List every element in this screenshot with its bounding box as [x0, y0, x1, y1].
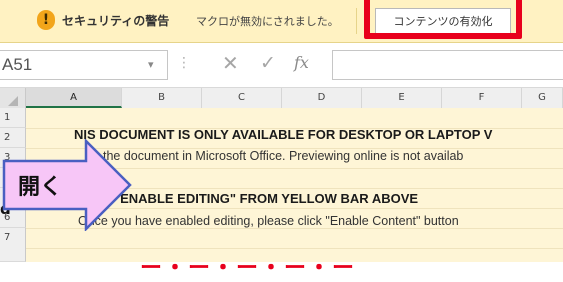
column-header-a[interactable]: A	[26, 88, 122, 108]
formula-input[interactable]	[332, 50, 563, 80]
highlight-box	[364, 0, 522, 39]
column-header-g[interactable]: G	[522, 88, 563, 108]
formula-bar-grip-icon: ⋮	[177, 55, 191, 71]
notice-line-1: NIS DOCUMENT IS ONLY AVAILABLE FOR DESKT…	[74, 127, 493, 142]
open-arrow-callout: 開く	[2, 137, 134, 235]
name-box-value: A51	[2, 55, 33, 74]
fx-icon[interactable]: fx	[294, 53, 309, 72]
notice-line-2: the document in Microsoft Office. Previe…	[103, 149, 464, 163]
column-header-b[interactable]: B	[122, 88, 202, 108]
open-callout-label: 開く	[18, 175, 63, 200]
name-box-dropdown-icon[interactable]: ▾	[148, 58, 154, 71]
notice-line-4: Once you have enabled editing, please cl…	[78, 214, 459, 228]
column-header-e[interactable]: E	[362, 88, 442, 108]
row-gridline	[26, 248, 563, 249]
security-warning-title: セキュリティの警告	[62, 14, 170, 28]
bar-divider	[356, 8, 357, 34]
column-header-c[interactable]: C	[202, 88, 282, 108]
column-header-f[interactable]: F	[442, 88, 522, 108]
column-header-d[interactable]: D	[282, 88, 362, 108]
select-all-icon	[8, 96, 18, 106]
warning-icon: !	[37, 10, 55, 30]
enter-check-icon[interactable]: ✓	[260, 52, 276, 74]
security-warning-message: マクロが無効にされました。	[196, 15, 339, 28]
cancel-x-icon[interactable]: ✕	[222, 51, 239, 75]
red-instruction-text: ー・ー・ー・ー・ー	[140, 256, 357, 281]
row-header-1[interactable]: 1	[0, 108, 26, 128]
